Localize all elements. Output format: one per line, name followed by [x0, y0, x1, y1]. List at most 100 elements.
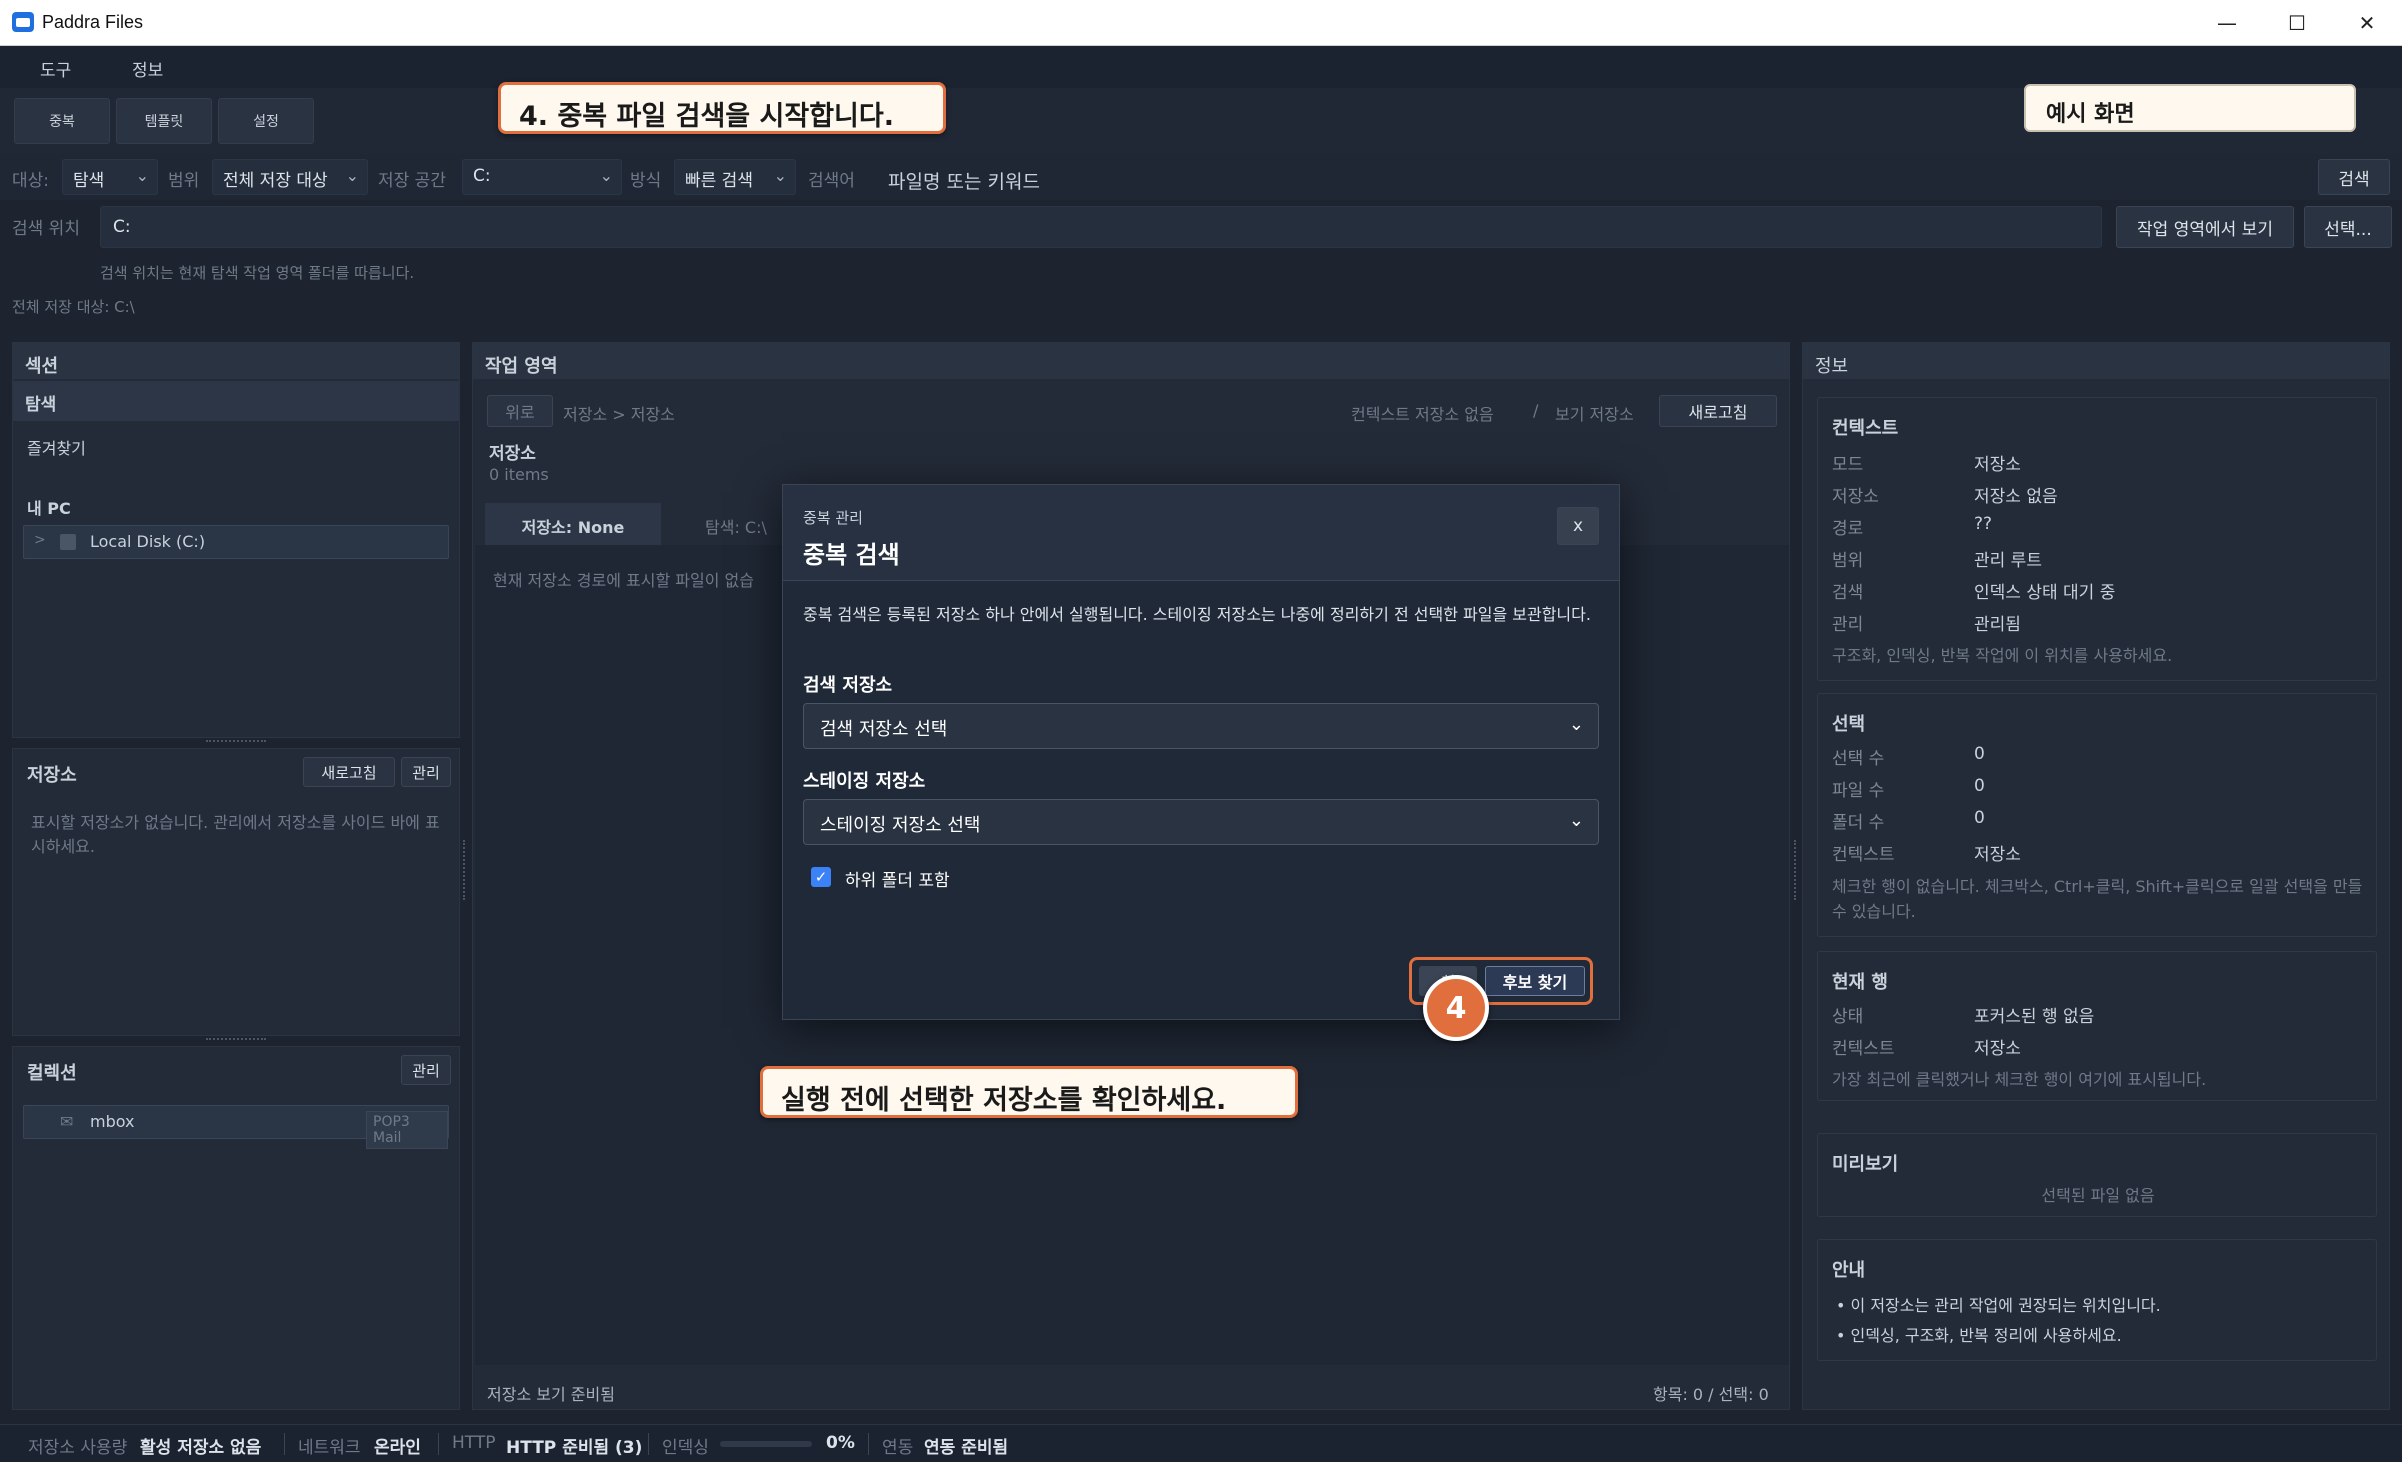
- current-row-value: 저장소: [1974, 1039, 2021, 1059]
- scope-select[interactable]: 전체 저장 대상 ⌄: [212, 159, 368, 195]
- search-row: 대상: 탐색 ⌄ 범위 전체 저장 대상 ⌄ 저장 공간 C: ⌄ 방식 빠른 검색 ⌄…: [0, 154, 2402, 200]
- breadcrumb[interactable]: 저장소 > 저장소: [563, 401, 675, 425]
- context-key: 경로: [1832, 519, 1864, 539]
- app-icon: [12, 12, 34, 32]
- empty-text: 현재 저장소 경로에 표시할 파일이 없습: [493, 571, 754, 590]
- disk-icon: [60, 534, 76, 550]
- section-favorites[interactable]: 즐겨찾기: [27, 435, 86, 459]
- scope-label: 범위: [168, 171, 200, 191]
- dialog-title: 중복 검색: [803, 541, 900, 569]
- preview-card: 미리보기 선택된 파일 없음: [1817, 1133, 2377, 1217]
- include-subfolders-checkbox[interactable]: ✓: [811, 867, 831, 887]
- status-divider: [438, 1433, 439, 1455]
- sync-label: 연동: [882, 1438, 914, 1458]
- sections-panel: 섹션 탐색 즐겨찾기 내 PC > Local Disk (C:): [12, 342, 460, 738]
- tab-storage[interactable]: 저장소: None: [485, 503, 661, 545]
- location-input[interactable]: C:: [100, 206, 2102, 248]
- collection-item[interactable]: ✉ mbox POP3 Mail: [23, 1105, 449, 1149]
- context-key: 모드: [1832, 455, 1864, 475]
- collection-title: 컬렉션: [27, 1063, 77, 1084]
- chevron-right-icon: >: [34, 532, 46, 548]
- chevron-down-icon: ⌄: [135, 166, 149, 185]
- method-label: 방식: [630, 171, 662, 191]
- info-panel: 정보 컨텍스트 모드 저장소 저장소 저장소 없음 경로 ?? 범위 관리 루트…: [1802, 342, 2390, 1410]
- target-select[interactable]: 탐색 ⌄: [62, 159, 158, 195]
- dialog-close-button[interactable]: x: [1557, 507, 1599, 545]
- method-value: 빠른 검색: [685, 171, 753, 191]
- collection-item-label: mbox: [90, 1112, 135, 1131]
- guide-item: • 이 저장소는 관리 작업에 권장되는 위치입니다.: [1836, 1296, 2161, 1315]
- minimize-button[interactable]: —: [2192, 0, 2262, 46]
- selection-key: 컨텍스트: [1832, 845, 1895, 865]
- selection-card: 선택 선택 수 0 파일 수 0 폴더 수 0 컨텍스트 저장소 체크한 행이 …: [1817, 693, 2377, 937]
- workspace-title: 작업 영역: [473, 343, 1789, 379]
- storage-select[interactable]: C: ⌄: [462, 159, 622, 195]
- section-explore[interactable]: 탐색: [13, 381, 459, 421]
- method-select[interactable]: 빠른 검색 ⌄: [674, 159, 796, 195]
- collection-panel: 컬렉션 관리 ✉ mbox POP3 Mail: [12, 1046, 460, 1410]
- indexing-progress-bar: [720, 1441, 812, 1447]
- selection-value: 0: [1974, 808, 1985, 828]
- storage-value: C:: [473, 166, 491, 186]
- storage-refresh-button[interactable]: 새로고침: [303, 757, 395, 787]
- selection-key: 선택 수: [1832, 749, 1885, 769]
- find-candidates-button[interactable]: 후보 찾기: [1485, 966, 1585, 996]
- title-bar: Paddra Files — ☐ ✕: [0, 0, 2402, 46]
- search-button[interactable]: 검색: [2318, 159, 2390, 195]
- local-disk-item[interactable]: > Local Disk (C:): [23, 525, 449, 559]
- collection-manage-button[interactable]: 관리: [401, 1055, 451, 1085]
- settings-button[interactable]: 설정: [218, 98, 314, 144]
- view-in-workspace-button[interactable]: 작업 영역에서 보기: [2116, 206, 2294, 248]
- workspace-refresh-button[interactable]: 새로고침: [1659, 395, 1777, 427]
- dialog-header: 중복 관리 중복 검색 x: [783, 485, 1619, 581]
- storage-manage-button[interactable]: 관리: [401, 757, 451, 787]
- storage-empty-text: 표시할 저장소가 없습니다. 관리에서 저장소를 사이드 바에 표시하세요.: [31, 813, 440, 856]
- separator: /: [1533, 401, 1539, 420]
- network-value: 온라인: [374, 1438, 421, 1458]
- info-title: 정보: [1803, 343, 2389, 379]
- chevron-down-icon: ⌄: [773, 166, 787, 185]
- include-subfolders-label: 하위 폴더 포함: [845, 871, 950, 891]
- step-badge: 4: [1423, 975, 1489, 1041]
- menu-info[interactable]: 정보: [132, 56, 163, 81]
- status-divider: [868, 1433, 869, 1455]
- tab-explore[interactable]: 탐색: C:\: [705, 514, 767, 538]
- context-value: 관리 루트: [1974, 551, 2042, 571]
- storage-label: 저장 공간: [378, 171, 446, 191]
- menu-tools[interactable]: 도구: [40, 56, 71, 81]
- splitter-handle[interactable]: [206, 740, 266, 743]
- splitter-handle[interactable]: [1794, 840, 1797, 900]
- sections-title: 섹션: [13, 343, 459, 379]
- context-note: 구조화, 인덱싱, 반복 작업에 이 위치를 사용하세요.: [1832, 646, 2173, 665]
- workspace-count: 0 items: [489, 465, 549, 484]
- maximize-button[interactable]: ☐: [2262, 0, 2332, 46]
- preview-title: 미리보기: [1832, 1154, 1899, 1175]
- sync-value: 연동 준비됨: [924, 1438, 1009, 1458]
- keyword-input[interactable]: 파일명 또는 키워드: [876, 159, 2310, 195]
- up-button[interactable]: 위로: [487, 395, 553, 427]
- selection-value: 0: [1974, 776, 1985, 796]
- indexing-label: 인덱싱: [662, 1438, 709, 1458]
- current-row-note: 가장 최근에 클릭했거나 체크한 행이 여기에 표시됩니다.: [1832, 1070, 2207, 1089]
- context-key: 범위: [1832, 551, 1864, 571]
- splitter-handle[interactable]: [463, 840, 466, 900]
- close-button[interactable]: ✕: [2332, 0, 2402, 46]
- guide-item-text: 이 저장소는 관리 작업에 권장되는 위치입니다.: [1850, 1296, 2161, 1315]
- choose-location-button[interactable]: 선택...: [2304, 206, 2392, 248]
- staging-storage-select[interactable]: 스테이징 저장소 선택 ⌄: [803, 799, 1599, 845]
- dialog-subtitle: 중복 관리: [803, 509, 863, 527]
- confirm-callout: 실행 전에 선택한 저장소를 확인하세요.: [760, 1066, 1298, 1118]
- context-value: ??: [1974, 514, 1993, 534]
- search-storage-label: 검색 저장소: [803, 675, 893, 696]
- template-button[interactable]: 템플릿: [116, 98, 212, 144]
- target-label: 대상:: [12, 171, 50, 191]
- selection-title: 선택: [1832, 714, 1866, 735]
- staging-storage-value: 스테이징 저장소 선택: [820, 815, 981, 836]
- splitter-handle[interactable]: [206, 1038, 266, 1041]
- all-target-text: 전체 저장 대상: C:\: [12, 298, 135, 316]
- search-storage-select[interactable]: 검색 저장소 선택 ⌄: [803, 703, 1599, 749]
- duplicate-button[interactable]: 중복: [14, 98, 110, 144]
- workspace-footer-status: 저장소 보기 준비됨: [487, 1385, 615, 1404]
- context-none-text: 컨텍스트 저장소 없음: [1351, 405, 1494, 424]
- context-key: 관리: [1832, 615, 1864, 635]
